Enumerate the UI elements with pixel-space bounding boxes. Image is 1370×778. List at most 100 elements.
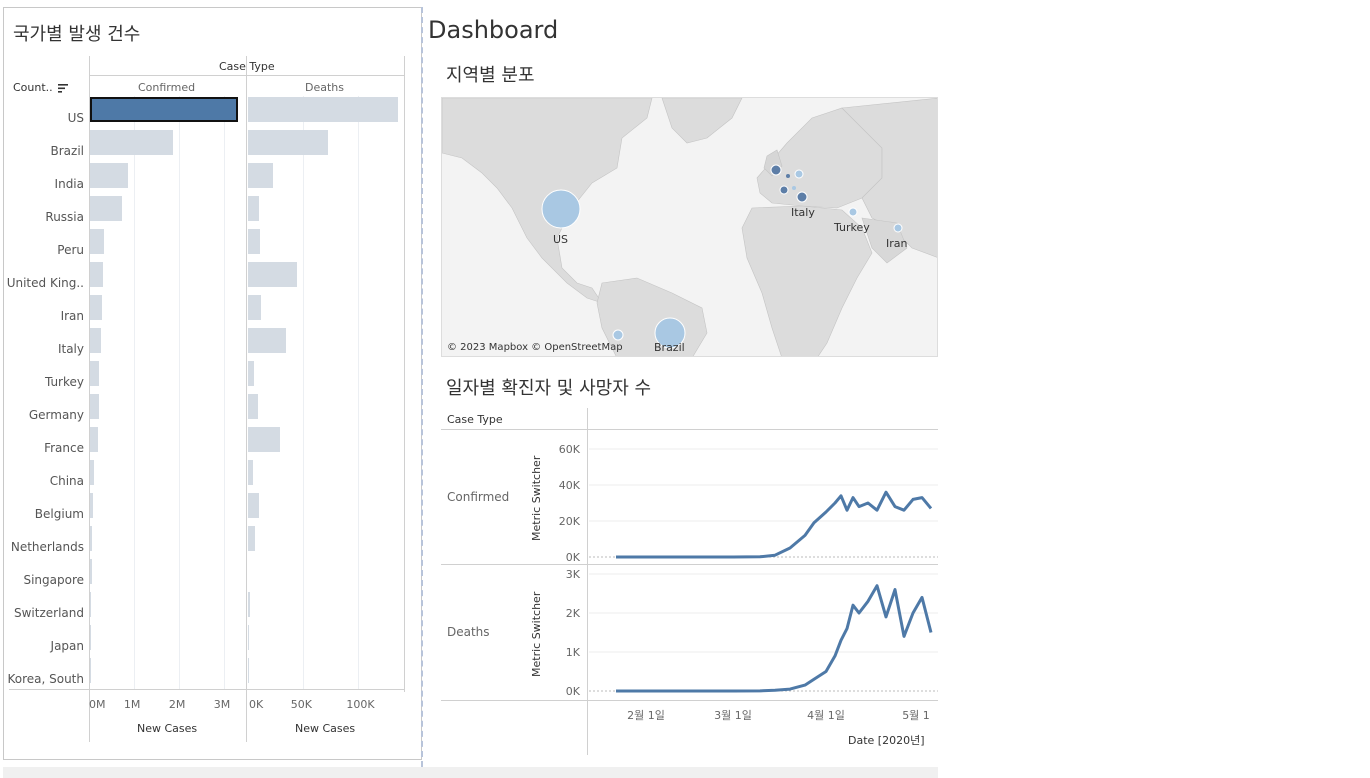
country-label[interactable]: Germany <box>4 408 84 422</box>
bar-deaths[interactable] <box>248 394 259 419</box>
country-label[interactable]: Singapore <box>4 573 84 587</box>
y-tick-label: 60K <box>559 443 581 456</box>
bar-confirmed[interactable] <box>90 229 105 254</box>
x-tick-label: 5월 1 <box>902 709 930 722</box>
country-label[interactable]: France <box>4 441 84 455</box>
bar-deaths[interactable] <box>248 328 286 353</box>
country-label[interactable]: Korea, South <box>4 672 84 686</box>
bar-deaths[interactable] <box>248 361 254 386</box>
grid-line <box>223 96 225 689</box>
country-sort-header[interactable]: Count.. <box>13 81 69 94</box>
bar-deaths[interactable] <box>248 295 262 320</box>
bar-confirmed[interactable] <box>90 295 102 320</box>
bar-deaths[interactable] <box>248 163 273 188</box>
bar-confirmed[interactable] <box>90 493 93 518</box>
series-line-confirmed <box>616 490 933 559</box>
header-line <box>89 75 404 76</box>
bar-confirmed[interactable] <box>90 97 239 122</box>
horizontal-scrollbar[interactable] <box>3 767 938 778</box>
bar-confirmed[interactable] <box>90 427 98 452</box>
bubble-iran <box>893 223 903 233</box>
grid-line <box>358 96 360 689</box>
bar-deaths[interactable] <box>248 460 254 485</box>
bar-deaths[interactable] <box>248 625 250 650</box>
pane-divider-mid <box>246 56 247 742</box>
country-label[interactable]: United King.. <box>4 276 84 290</box>
grid-line <box>178 96 180 689</box>
bar-deaths[interactable] <box>248 493 259 518</box>
country-label[interactable]: India <box>4 177 84 191</box>
world-map[interactable]: US Italy Turkey Iran Brazil © 2023 Mapbo… <box>441 97 938 357</box>
country-label[interactable]: Peru <box>4 243 84 257</box>
map-section-title: 지역별 분포 <box>446 65 535 86</box>
bar-confirmed[interactable] <box>90 328 101 353</box>
col-header-deaths: Deaths <box>305 81 344 94</box>
bar-confirmed[interactable] <box>90 394 99 419</box>
line-section-title: 일자별 확진자 및 사망자 수 <box>446 378 652 399</box>
bar-confirmed[interactable] <box>90 163 129 188</box>
bar-deaths[interactable] <box>248 427 281 452</box>
country-label[interactable]: US <box>4 111 84 125</box>
country-label[interactable]: Turkey <box>4 375 84 389</box>
bar-confirmed[interactable] <box>90 592 92 617</box>
y-tick-label: 0K <box>566 551 581 564</box>
country-cases-panel: 국가별 발생 건수 Case Type Count.. Confirmed De… <box>3 7 422 760</box>
pane-divider <box>421 7 423 767</box>
country-label[interactable]: Belgium <box>4 507 84 521</box>
x-tick-label: 2월 1일 <box>627 708 665 722</box>
col-header-confirmed: Confirmed <box>138 81 196 94</box>
country-label[interactable]: Italy <box>4 342 84 356</box>
y-tick-label: 1K <box>566 646 581 659</box>
series-line-deaths <box>616 584 933 693</box>
country-label[interactable]: China <box>4 474 84 488</box>
country-label[interactable]: Switzerland <box>4 606 84 620</box>
country-label[interactable]: Iran <box>4 309 84 323</box>
sort-icon[interactable] <box>58 83 69 93</box>
x-axis-title: Date [2020년] <box>848 734 925 747</box>
bubble-uk <box>770 164 782 176</box>
axis-baseline <box>9 689 404 690</box>
map-label-iran: Iran <box>886 237 908 250</box>
country-label[interactable]: Japan <box>4 639 84 653</box>
tick-label-deaths: 50K <box>290 698 312 711</box>
bar-deaths[interactable] <box>248 97 399 122</box>
bar-deaths[interactable] <box>248 229 261 254</box>
y-tick-label: 0K <box>566 685 581 698</box>
bubble-switzerland <box>792 186 796 190</box>
axis-title-deaths: New Cases <box>295 722 356 735</box>
bubble-germany <box>794 169 804 179</box>
bar-confirmed[interactable] <box>90 361 100 386</box>
tick-label-confirmed: 2M <box>168 698 186 711</box>
map-label-us: US <box>553 233 569 246</box>
country-label[interactable]: Brazil <box>4 144 85 158</box>
y-tick-label: 20K <box>559 515 581 528</box>
line-plot: 60K 40K 20K 0K 3K 2K 1K 0K 2월 1일 3월 1일 4월 1일 5월 1 <box>559 443 938 722</box>
bar-confirmed[interactable] <box>90 526 93 551</box>
x-tick-label: 4월 1일 <box>807 708 845 722</box>
x-tick-label: 3월 1일 <box>714 708 752 722</box>
daily-line-chart: Case Type Confirmed Deaths Metric Switch… <box>441 408 938 755</box>
y-tick-label: 3K <box>566 568 581 581</box>
bar-confirmed[interactable] <box>90 625 91 650</box>
bar-confirmed[interactable] <box>90 559 93 584</box>
country-label[interactable]: Russia <box>4 210 84 224</box>
tick-label-confirmed: 1M <box>123 698 141 711</box>
y-tick-label: 2K <box>566 607 581 620</box>
bar-confirmed[interactable] <box>90 658 91 683</box>
bar-confirmed[interactable] <box>90 460 94 485</box>
bar-deaths[interactable] <box>248 592 251 617</box>
bar-confirmed[interactable] <box>90 130 174 155</box>
grid-line <box>302 96 304 689</box>
y-tick-label: 40K <box>559 479 581 492</box>
map-copyright[interactable]: © 2023 Mapbox © OpenStreetMap <box>447 342 623 353</box>
panel-title: 국가별 발생 건수 <box>13 24 141 45</box>
bubble-turkey <box>848 207 858 217</box>
bar-deaths[interactable] <box>248 130 329 155</box>
country-label[interactable]: Netherlands <box>4 540 84 554</box>
bar-deaths[interactable] <box>248 196 260 221</box>
bar-confirmed[interactable] <box>90 262 104 287</box>
bubble-italy <box>796 191 808 203</box>
bar-confirmed[interactable] <box>90 196 123 221</box>
bar-deaths[interactable] <box>248 262 298 287</box>
bar-deaths[interactable] <box>248 526 255 551</box>
